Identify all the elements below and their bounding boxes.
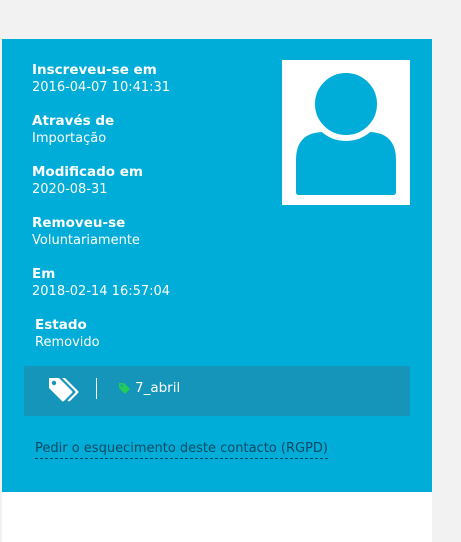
field-label: Estado: [35, 317, 87, 333]
field-unsubscribed: Removeu-se Voluntariamente: [32, 215, 140, 249]
field-value: Voluntariamente: [32, 233, 140, 248]
field-value: 2020-08-31: [32, 182, 108, 197]
tag-separator: [96, 378, 97, 399]
field-status: Estado Removido: [35, 317, 100, 351]
contact-info-panel: Inscreveu-se em 2016-04-07 10:41:31 Atra…: [2, 39, 432, 492]
field-label: Removeu-se: [32, 215, 126, 231]
user-silhouette-icon: [296, 67, 396, 195]
field-label: Através de: [32, 113, 115, 129]
field-label: Inscreveu-se em: [32, 62, 157, 78]
gdpr-forget-contact-link[interactable]: Pedir o esquecimento deste contacto (RGP…: [35, 440, 328, 459]
field-value: Importação: [32, 131, 107, 146]
tag-item[interactable]: 7_abril: [118, 379, 180, 397]
page: Inscreveu-se em 2016-04-07 10:41:31 Atra…: [0, 0, 461, 542]
field-value: Removido: [35, 335, 100, 350]
field-modified-at: Modificado em 2020-08-31: [32, 164, 143, 198]
field-unsubscribed-at: Em 2018-02-14 16:57:04: [32, 266, 170, 300]
content-area: [2, 492, 432, 542]
avatar: [282, 60, 410, 205]
tags-icon[interactable]: [48, 376, 80, 404]
field-source: Através de Importação: [32, 113, 114, 147]
field-value: 2016-04-07 10:41:31: [32, 80, 171, 95]
field-label: Em: [32, 266, 56, 282]
field-value: 2018-02-14 16:57:04: [32, 284, 171, 299]
tag-bar: 7_abril: [24, 366, 410, 416]
tag-label: 7_abril: [135, 380, 181, 396]
tag-icon: [119, 382, 130, 394]
field-label: Modificado em: [32, 164, 143, 180]
field-subscribed-at: Inscreveu-se em 2016-04-07 10:41:31: [32, 62, 170, 96]
